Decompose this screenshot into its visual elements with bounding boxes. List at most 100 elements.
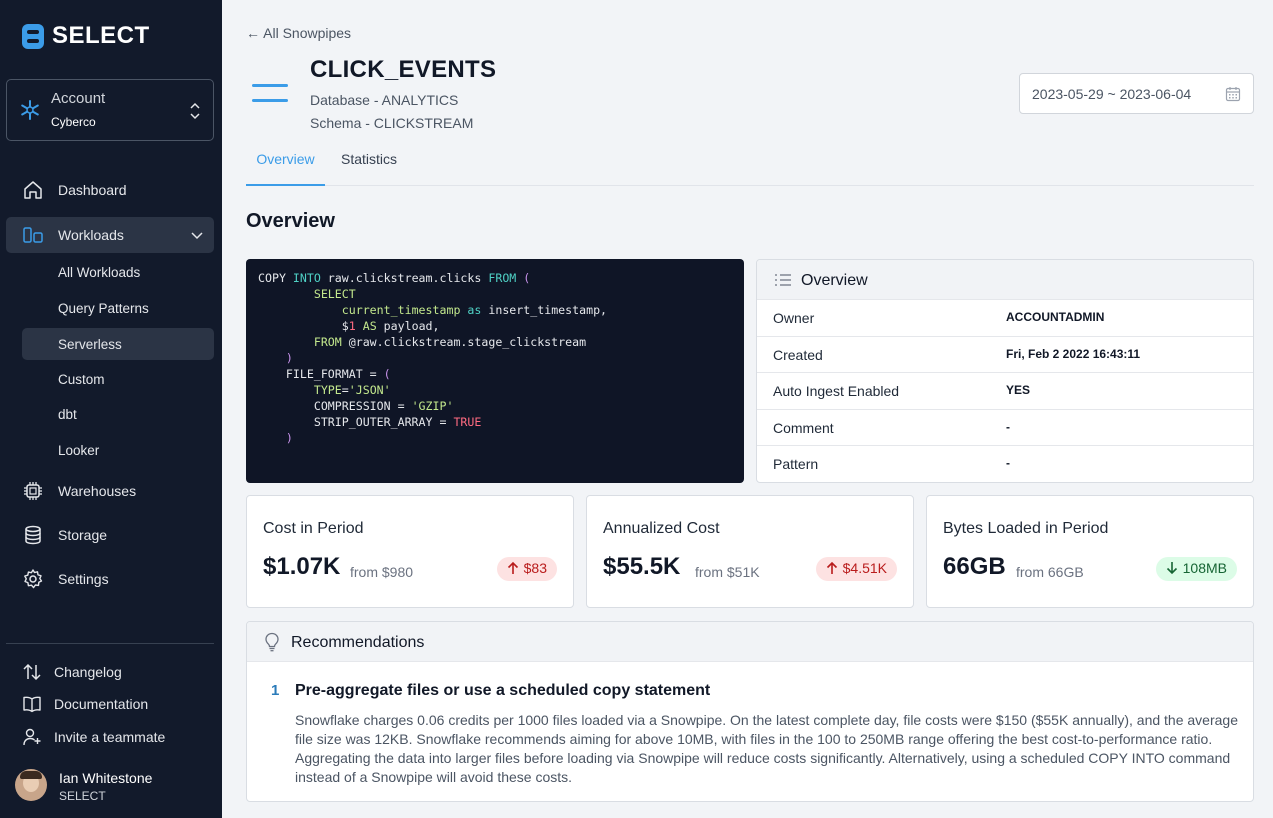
workloads-icon (23, 227, 43, 243)
invite-teammate-label: Invite a teammate (54, 729, 166, 745)
overview-key: Created (773, 346, 823, 363)
recommendations-card: Recommendations 1 Pre-aggregate files or… (246, 621, 1254, 802)
date-range-value: 2023-05-29 ~ 2023-06-04 (1032, 86, 1192, 102)
page-title: CLICK_EVENTS (310, 56, 497, 83)
stat-value: $55.5K (603, 553, 681, 580)
nav-dbt[interactable]: dbt (22, 398, 214, 430)
nav-settings[interactable]: Settings (6, 561, 214, 597)
tab-overview[interactable]: Overview (246, 151, 325, 186)
sidebar: SELECT Account Cyberco Dashboard Workloa… (0, 0, 222, 818)
overview-value: - (1006, 456, 1010, 471)
nav-all-workloads[interactable]: All Workloads (22, 256, 214, 288)
account-switcher[interactable]: Account Cyberco (6, 79, 214, 141)
home-icon (24, 181, 42, 199)
stat-from: from $980 (350, 564, 414, 580)
recommendation-number: 1 (271, 682, 280, 699)
chevron-down-icon (191, 232, 203, 240)
tab-statistics[interactable]: Statistics (341, 151, 397, 186)
main-content: ← All Snowpipes CLICK_EVENTS Database - … (222, 0, 1273, 818)
invite-teammate-link[interactable]: Invite a teammate (6, 723, 214, 751)
gear-icon (24, 569, 43, 589)
nav-storage[interactable]: Storage (6, 517, 214, 553)
lightbulb-icon (265, 632, 279, 652)
overview-value: - (1006, 419, 1010, 434)
nav-workloads-label: Workloads (58, 227, 124, 243)
stat-delta-badge: $83 (496, 557, 557, 581)
overview-row-owner: Owner ACCOUNTADMIN (757, 300, 1253, 337)
back-to-snowpipes-link[interactable]: ← All Snowpipes (246, 25, 351, 41)
nav-storage-label: Storage (58, 527, 108, 543)
stat-card-cost-in-period: Cost in Period $1.07K from $980 $83 (246, 495, 574, 608)
overview-key: Owner (773, 310, 815, 326)
sidebar-divider (6, 643, 214, 644)
nav-workloads[interactable]: Workloads (6, 217, 214, 253)
section-title: Overview (246, 210, 335, 232)
documentation-link[interactable]: Documentation (6, 690, 214, 718)
select-logo-icon (22, 23, 44, 49)
stat-title: Bytes Loaded in Period (943, 520, 1109, 537)
chevron-up-down-icon (190, 102, 200, 120)
user-org: SELECT (59, 789, 106, 803)
calendar-icon (1225, 87, 1241, 102)
nav-warehouses[interactable]: Warehouses (6, 473, 214, 509)
recommendations-header: Recommendations (247, 622, 1253, 662)
overview-card: Overview Owner ACCOUNTADMIN Created Fri,… (756, 259, 1254, 483)
nav-query-patterns[interactable]: Query Patterns (22, 292, 214, 324)
arrows-up-down-icon (23, 663, 41, 681)
arrow-down-icon (1166, 562, 1177, 575)
recommendation-title: Pre-aggregate files or use a scheduled c… (295, 682, 711, 699)
stat-card-annualized-cost: Annualized Cost $55.5K from $51K $4.51K (586, 495, 914, 608)
book-icon (23, 696, 41, 713)
overview-value: YES (1006, 383, 1031, 398)
arrow-up-icon (826, 561, 837, 574)
stat-delta: $4.51K (842, 560, 887, 576)
overview-card-header: Overview (757, 260, 1253, 300)
arrow-up-icon (507, 561, 518, 574)
documentation-label: Documentation (54, 696, 149, 712)
stat-delta-badge: 108MB (1155, 557, 1237, 581)
stat-delta: 108MB (1182, 560, 1227, 576)
overview-row-created: Created Fri, Feb 2 2022 16:43:11 (757, 337, 1253, 374)
nav-serverless[interactable]: Serverless (22, 328, 214, 360)
stat-value: $1.07K (263, 553, 341, 580)
recommendation-body: Snowflake charges 0.06 credits per 1000 … (295, 712, 1238, 785)
stat-card-bytes-loaded: Bytes Loaded in Period 66GB from 66GB 10… (926, 495, 1254, 608)
date-range-picker[interactable]: 2023-05-29 ~ 2023-06-04 (1019, 73, 1254, 114)
overview-value: ACCOUNTADMIN (1006, 310, 1105, 324)
tab-bar: Overview Statistics (246, 145, 1254, 186)
schema-name: Schema - CLICKSTREAM (310, 115, 474, 131)
stat-delta-badge: $4.51K (815, 557, 897, 581)
overview-row-auto-ingest: Auto Ingest Enabled YES (757, 373, 1253, 410)
overview-row-comment: Comment - (757, 410, 1253, 447)
overview-value: Fri, Feb 2 2022 16:43:11 (1006, 346, 1141, 361)
brand-logo[interactable]: SELECT (22, 22, 150, 50)
stat-from: from $51K (695, 564, 760, 580)
overview-key: Comment (773, 419, 834, 436)
copy-statement-code-block: COPY INTO raw.clickstream.clicks FROM ( … (246, 259, 744, 483)
chip-icon (24, 482, 42, 500)
database-icon (25, 525, 41, 545)
account-label: Account (51, 90, 106, 107)
list-icon (775, 274, 791, 286)
snowpipe-icon (252, 84, 288, 104)
changelog-link[interactable]: Changelog (6, 658, 214, 686)
nav-dashboard-label: Dashboard (58, 182, 127, 198)
database-name: Database - ANALYTICS (310, 92, 459, 108)
nav-custom[interactable]: Custom (22, 363, 214, 395)
overview-card-title: Overview (801, 272, 868, 289)
stat-title: Cost in Period (263, 520, 364, 537)
overview-key: Pattern (773, 456, 819, 473)
overview-key: Auto Ingest Enabled (773, 383, 900, 400)
stat-from: from 66GB (1016, 564, 1084, 580)
account-name: Cyberco (51, 115, 96, 129)
nav-settings-label: Settings (58, 571, 109, 587)
overview-row-pattern: Pattern - (757, 446, 1253, 482)
snowflake-icon (21, 100, 39, 120)
nav-looker[interactable]: Looker (22, 434, 214, 466)
user-plus-icon (23, 728, 41, 746)
stat-delta: $83 (523, 560, 547, 576)
nav-warehouses-label: Warehouses (58, 483, 137, 499)
nav-dashboard[interactable]: Dashboard (6, 172, 214, 208)
user-name: Ian Whitestone (59, 770, 153, 786)
stat-title: Annualized Cost (603, 520, 720, 537)
